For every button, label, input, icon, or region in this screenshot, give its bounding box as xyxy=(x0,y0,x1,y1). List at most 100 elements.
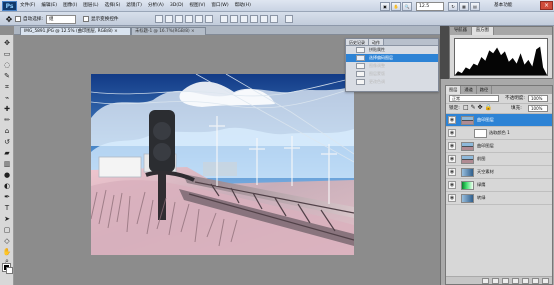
path-select-tool-icon[interactable]: ➤ xyxy=(2,215,12,224)
layer-row[interactable]: ◉ 绿鹰 xyxy=(446,179,552,192)
new-group-icon[interactable] xyxy=(522,278,529,284)
photo-canvas[interactable] xyxy=(91,74,354,255)
blend-mode-select[interactable]: 正常 xyxy=(449,95,499,102)
close-window-button[interactable]: × xyxy=(540,1,553,10)
tab-paths[interactable]: 路径 xyxy=(477,86,493,94)
align-right-icon[interactable] xyxy=(205,15,213,23)
distribute-center-icon[interactable] xyxy=(260,15,268,23)
document-tabs: IMG_5891.JPG @ 12.5% (曲印图层, RGB/8) × 未标题… xyxy=(14,26,440,35)
distribute-middle-icon[interactable] xyxy=(230,15,238,23)
layer-row[interactable]: ◉ 前图 xyxy=(446,153,552,166)
align-center-icon[interactable] xyxy=(195,15,203,23)
visibility-eye-icon[interactable]: ◉ xyxy=(448,194,456,202)
align-bottom-icon[interactable] xyxy=(175,15,183,23)
auto-align-icon[interactable] xyxy=(285,15,293,23)
layer-style-icon[interactable] xyxy=(492,278,499,284)
background-color-swatch[interactable] xyxy=(6,267,13,274)
quick-select-tool-icon[interactable]: ✎ xyxy=(2,72,12,81)
tab-histogram[interactable]: 直方图 xyxy=(471,27,494,35)
align-middle-icon[interactable] xyxy=(165,15,173,23)
screen-mode-button[interactable]: ▣ xyxy=(380,1,390,11)
hand-tool-icon[interactable]: ✋ xyxy=(2,248,12,257)
3d-tool-icon[interactable]: ◇ xyxy=(2,237,12,246)
layer-row[interactable]: ◉ 曲印图层 xyxy=(446,140,552,153)
lasso-tool-icon[interactable]: ◌ xyxy=(2,61,12,70)
history-item-selected[interactable]: 选择偏码图层 xyxy=(346,54,438,62)
visibility-eye-icon[interactable]: ◉ xyxy=(448,155,456,163)
visibility-eye-icon[interactable]: ◉ xyxy=(448,116,456,124)
menu-select[interactable]: 选择(S) xyxy=(105,0,121,12)
new-layer-icon[interactable] xyxy=(532,278,539,284)
type-tool-icon[interactable]: T xyxy=(2,204,12,213)
visibility-eye-icon[interactable]: ◉ xyxy=(448,129,456,137)
tab-actions[interactable]: 动作 xyxy=(369,39,384,45)
marquee-tool-icon[interactable]: ▭ xyxy=(2,50,12,59)
menu-file[interactable]: 文件(F) xyxy=(20,0,35,12)
eraser-tool-icon[interactable]: ▰ xyxy=(2,149,12,158)
layer-mask-icon[interactable] xyxy=(502,278,509,284)
opacity-input[interactable]: 100% xyxy=(528,95,548,102)
menu-layer[interactable]: 图层(L) xyxy=(83,0,98,12)
visibility-eye-icon[interactable]: ◉ xyxy=(448,142,456,150)
layer-row[interactable]: ◉ 转绿 xyxy=(446,192,552,205)
rotate-view-button[interactable]: ↻ xyxy=(448,1,458,11)
auto-select-dropdown[interactable]: 组 xyxy=(45,14,76,24)
tab-layers[interactable]: 图层 xyxy=(446,86,462,94)
zoom-button[interactable]: 🔍 xyxy=(402,1,412,11)
align-top-icon[interactable] xyxy=(155,15,163,23)
tab-history[interactable]: 历史记录 xyxy=(346,39,369,45)
visibility-eye-icon[interactable]: ◉ xyxy=(448,168,456,176)
crop-tool-icon[interactable]: ⌗ xyxy=(2,83,12,92)
menu-analysis[interactable]: 分析(A) xyxy=(148,0,164,12)
arrange-button[interactable]: ▦ xyxy=(459,1,469,11)
tab-untitled-1[interactable]: 未标题-1 @ 16.7%(RGB/8) × xyxy=(131,27,206,35)
layer-row[interactable]: ◉ 曲印图层 xyxy=(446,114,552,127)
adjustment-layer-icon[interactable] xyxy=(512,278,519,284)
menu-image[interactable]: 图像(I) xyxy=(63,0,77,12)
visibility-eye-icon[interactable]: ◉ xyxy=(448,181,456,189)
delete-layer-icon[interactable] xyxy=(542,278,549,284)
clone-stamp-tool-icon[interactable]: ⌂ xyxy=(2,127,12,136)
blur-tool-icon[interactable]: ● xyxy=(2,171,12,180)
move-tool-icon[interactable]: ✥ xyxy=(2,39,12,48)
layer-row[interactable]: ◉ 选取颜色 1 xyxy=(446,127,552,140)
zoom-select[interactable]: 12.5 xyxy=(416,1,444,11)
layer-row[interactable]: ◉ 天空素材 xyxy=(446,166,552,179)
show-transform-checkbox[interactable] xyxy=(82,16,89,22)
history-item[interactable]: 图层蒙版 xyxy=(346,70,438,78)
brush-tool-icon[interactable]: ✏ xyxy=(2,116,12,125)
distribute-bottom-icon[interactable] xyxy=(240,15,248,23)
menu-edit[interactable]: 编辑(E) xyxy=(41,0,57,12)
menu-view[interactable]: 视图(V) xyxy=(189,0,205,12)
history-item[interactable]: 拼贴属性 xyxy=(346,46,438,54)
extras-button[interactable]: ▤ xyxy=(470,1,480,11)
menu-window[interactable]: 窗口(W) xyxy=(211,0,228,12)
history-item[interactable]: 图像调整 xyxy=(346,62,438,70)
hand-button[interactable]: ✋ xyxy=(391,1,401,11)
fill-input[interactable]: 100% xyxy=(528,105,548,112)
workspace-switcher[interactable]: 基本功能 xyxy=(494,1,538,11)
menu-3d[interactable]: 3D(D) xyxy=(170,0,184,12)
distribute-left-icon[interactable] xyxy=(250,15,258,23)
lock-icons[interactable]: □ ✎ ✥ 🔒 xyxy=(463,104,492,111)
history-brush-tool-icon[interactable]: ↺ xyxy=(2,138,12,147)
eyedropper-tool-icon[interactable]: ⌁ xyxy=(2,94,12,103)
distribute-right-icon[interactable] xyxy=(270,15,278,23)
link-layers-icon[interactable] xyxy=(482,278,489,284)
dodge-tool-icon[interactable]: ◐ xyxy=(2,182,12,191)
menu-filter[interactable]: 滤镜(T) xyxy=(126,0,142,12)
collapsed-panels-dock[interactable] xyxy=(440,26,449,79)
auto-select-checkbox[interactable] xyxy=(15,16,21,22)
healing-tool-icon[interactable]: ✚ xyxy=(2,105,12,114)
gradient-tool-icon[interactable]: ▥ xyxy=(2,160,12,169)
tab-navigator[interactable]: 导航器 xyxy=(450,27,472,35)
history-item[interactable]: 更改色调 xyxy=(346,78,438,86)
menu-help[interactable]: 帮助(H) xyxy=(235,0,251,12)
align-left-icon[interactable] xyxy=(185,15,193,23)
shape-tool-icon[interactable]: ▢ xyxy=(2,226,12,235)
tab-img-5891[interactable]: IMG_5891.JPG @ 12.5% (曲印图层, RGB/8) × xyxy=(20,27,131,35)
tab-channels[interactable]: 通道 xyxy=(461,86,477,94)
pen-tool-icon[interactable]: ✒ xyxy=(2,193,12,202)
distribute-top-icon[interactable] xyxy=(220,15,228,23)
history-item-icon xyxy=(356,71,365,77)
